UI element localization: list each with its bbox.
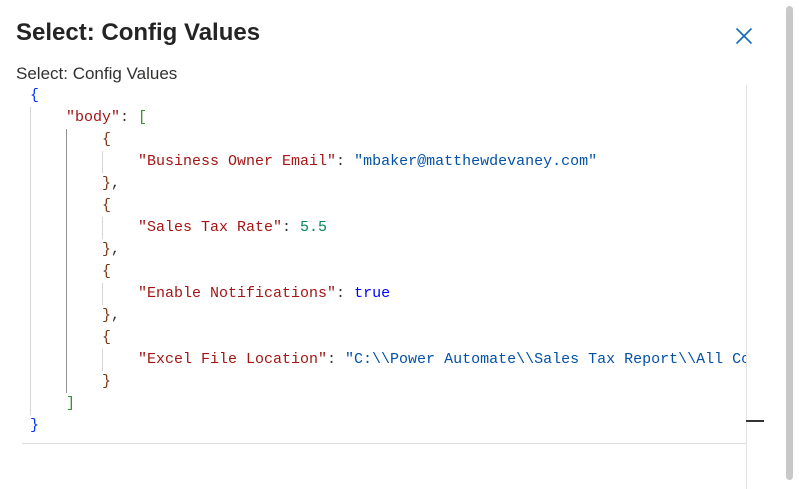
code-line: {	[102, 129, 111, 151]
code-token: {	[102, 131, 112, 148]
code-token: {	[30, 87, 40, 104]
code-token: "Business Owner Email"	[138, 153, 337, 170]
code-line: "Excel File Location": "C:\\Power Automa…	[138, 349, 764, 371]
close-button[interactable]	[731, 23, 757, 49]
code-token: "C:\\Power Automate\\Sales Tax Report\\A…	[345, 351, 764, 368]
code-token: ,	[111, 307, 121, 324]
code-line: {	[102, 261, 111, 283]
code-line: "Business Owner Email": "mbaker@matthewd…	[138, 151, 597, 173]
code-token: }	[102, 175, 112, 192]
json-code-viewer[interactable]: { "body": [ { "Business Owner Email": "mbak…	[22, 85, 764, 444]
indent-guide	[102, 283, 103, 305]
code-line: "Sales Tax Rate": 5.5	[138, 217, 327, 239]
code-line: },	[102, 173, 120, 195]
code-line: }	[102, 371, 111, 393]
indent-guide	[30, 107, 31, 415]
code-token: [	[138, 109, 148, 126]
code-token: "body"	[66, 109, 121, 126]
code-token: :	[336, 285, 355, 302]
code-token: :	[327, 351, 346, 368]
code-line: }	[30, 415, 39, 437]
code-line: {	[30, 85, 39, 107]
scroll-position-marker	[746, 420, 764, 422]
code-token: "Excel File Location"	[138, 351, 328, 368]
code-line: },	[102, 239, 120, 261]
code-token: ]	[66, 395, 76, 412]
panel-scrollbar-thumb[interactable]	[786, 6, 793, 480]
code-token: }	[30, 417, 40, 434]
code-token: ,	[111, 175, 121, 192]
indent-guide	[102, 151, 103, 173]
code-line: "Enable Notifications": true	[138, 283, 390, 305]
indent-guide	[102, 349, 103, 371]
panel-scrollbar[interactable]	[781, 0, 799, 489]
code-token: {	[102, 197, 112, 214]
code-line: "body": [	[66, 107, 147, 129]
code-token: {	[102, 329, 112, 346]
code-token: }	[102, 373, 112, 390]
code-token: :	[282, 219, 301, 236]
close-icon[interactable]	[731, 23, 757, 49]
code-token: true	[354, 285, 391, 302]
indent-guide	[66, 129, 67, 393]
section-label: Select: Config Values	[16, 64, 178, 83]
code-token: "Enable Notifications"	[138, 285, 337, 302]
code-line: {	[102, 195, 111, 217]
code-line: {	[102, 327, 111, 349]
panel-title: Select: Config Values	[16, 19, 261, 46]
code-token: :	[336, 153, 355, 170]
code-line: },	[102, 305, 120, 327]
code-token: 5.5	[300, 219, 328, 236]
code-line: ]	[66, 393, 75, 415]
indent-guide	[102, 217, 103, 239]
code-token: {	[102, 263, 112, 280]
code-token: ,	[111, 241, 121, 258]
code-token: }	[102, 241, 112, 258]
code-token: "Sales Tax Rate"	[138, 219, 283, 236]
code-token: }	[102, 307, 112, 324]
code-token: :	[120, 109, 139, 126]
code-token: "mbaker@matthewdevaney.com"	[354, 153, 598, 170]
editor-vertical-scrollbar[interactable]	[746, 85, 765, 489]
